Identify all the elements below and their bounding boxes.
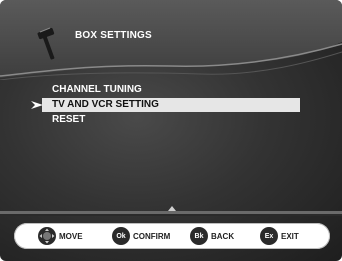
legend-confirm-label: CONFIRM: [133, 231, 171, 241]
legend-confirm: Ok CONFIRM: [112, 226, 170, 246]
legend-move-label: MOVE: [59, 231, 83, 241]
back-button-icon: Bk: [190, 227, 208, 245]
legend-back: Bk BACK: [190, 226, 234, 246]
menu-item-channel-tuning[interactable]: CHANNEL TUNING: [42, 83, 300, 97]
page-title: BOX SETTINGS: [75, 30, 152, 41]
hammer-icon: [37, 27, 55, 60]
legend-back-label: BACK: [211, 231, 235, 241]
legend-move: MOVE: [38, 226, 83, 246]
menu-item-tv-and-vcr-setting[interactable]: TV AND VCR SETTING: [42, 98, 300, 112]
footer-legend: MOVE Ok CONFIRM Bk BACK Ex EXIT: [14, 223, 330, 249]
legend-exit-label: EXIT: [281, 231, 299, 241]
ok-button-icon: Ok: [112, 227, 130, 245]
exit-button-icon: Ex: [260, 227, 278, 245]
menu-item-reset[interactable]: RESET: [42, 113, 300, 127]
legend-exit: Ex EXIT: [260, 226, 299, 246]
bottom-separator: [0, 206, 342, 216]
dpad-icon: [38, 227, 56, 245]
settings-screen: BOX SETTINGS CHANNEL TUNING TV AND VCR S…: [0, 0, 342, 261]
